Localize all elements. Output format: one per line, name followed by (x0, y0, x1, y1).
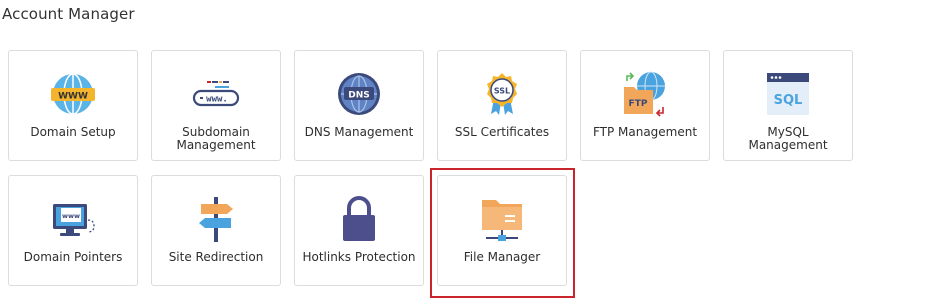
tile-ssl-certificates[interactable]: SSL SSL Certificates (437, 50, 567, 161)
tile-label: Site Redirection (168, 250, 264, 264)
svg-text:FTP: FTP (629, 99, 648, 109)
tile-site-redirection[interactable]: Site Redirection (151, 175, 281, 286)
signpost-icon (191, 194, 241, 244)
tile-label: File Manager (463, 250, 541, 264)
tile-label: Domain Setup (30, 125, 116, 139)
tile-label: MySQL Management (748, 125, 828, 152)
padlock-icon (334, 194, 384, 244)
tile-subdomain-management[interactable]: www. Subdomain Management (151, 50, 281, 161)
dns-globe-icon: DNS (334, 69, 384, 119)
tile-dns-management[interactable]: DNS DNS Management (294, 50, 424, 161)
ftp-folder-icon: FTP (620, 69, 670, 119)
ssl-badge-icon: SSL (477, 69, 527, 119)
svg-text:DNS: DNS (348, 91, 370, 101)
tile-label: SSL Certificates (454, 125, 550, 139)
svg-text:SQL: SQL (774, 93, 803, 108)
tile-label: DNS Management (304, 125, 414, 139)
tile-label: Hotlinks Protection (302, 250, 416, 264)
sql-window-icon: SQL (763, 69, 813, 119)
tile-label: Subdomain Management (176, 125, 256, 152)
www-globe-icon: WWW (48, 69, 98, 119)
tile-ftp-management[interactable]: FTP FTP Management (580, 50, 710, 161)
tile-label: FTP Management (592, 125, 698, 139)
svg-text:www.: www. (206, 95, 228, 105)
monitor-www-icon: www (48, 194, 98, 244)
subdomain-url-icon: www. (191, 69, 241, 119)
svg-text:WWW: WWW (58, 92, 88, 102)
folder-network-icon (477, 194, 527, 244)
tile-hotlinks-protection[interactable]: Hotlinks Protection (294, 175, 424, 286)
tile-domain-pointers[interactable]: www Domain Pointers (8, 175, 138, 286)
tile-mysql-management[interactable]: SQL MySQL Management (723, 50, 853, 161)
tile-file-manager[interactable]: File Manager (437, 175, 567, 286)
tile-label: Domain Pointers (23, 250, 123, 264)
svg-text:www: www (62, 212, 80, 220)
tile-domain-setup[interactable]: WWW Domain Setup (8, 50, 138, 161)
svg-text:SSL: SSL (494, 87, 510, 96)
section-title: Account Manager (2, 5, 135, 23)
